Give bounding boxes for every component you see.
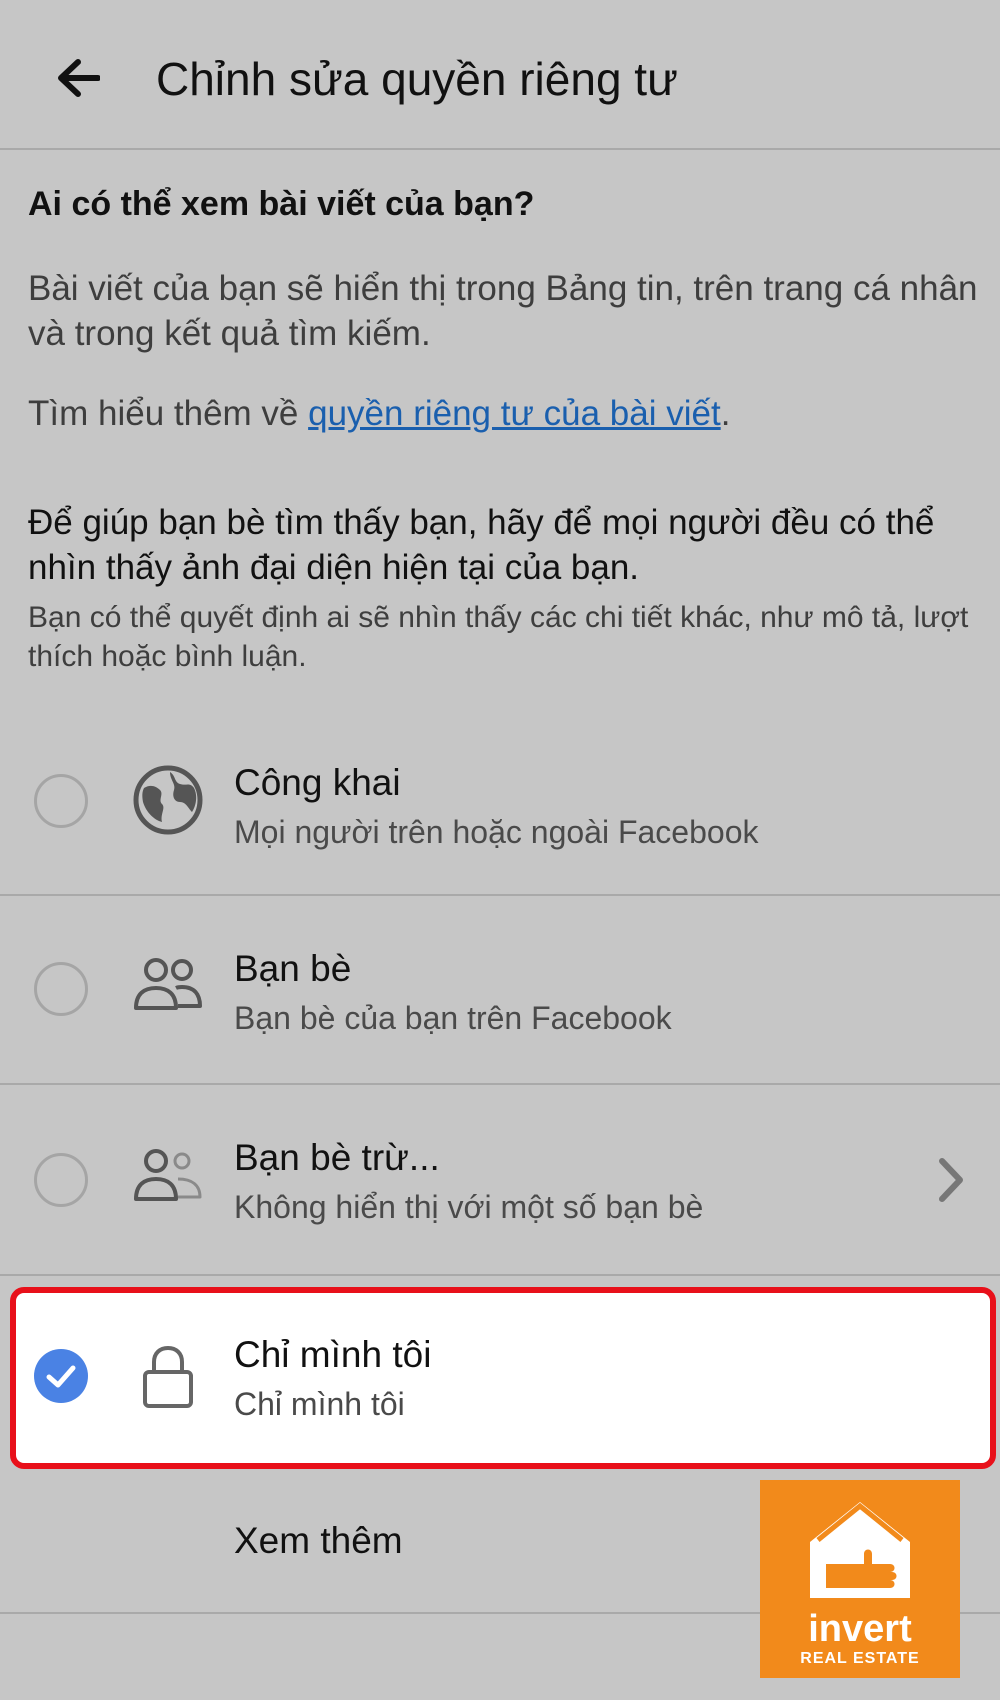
header-bar: Chỉnh sửa quyền riêng tư — [0, 0, 1000, 150]
page-title: Chỉnh sửa quyền riêng tư — [156, 53, 678, 105]
option-public-subtitle: Mọi người trên hoặc ngoài Facebook — [234, 814, 759, 850]
watermark-tagline: REAL ESTATE — [800, 1650, 920, 1667]
see-more-button[interactable]: Xem thêm — [234, 1520, 403, 1562]
friends-icon — [134, 958, 202, 1010]
option-friends-except-subtitle: Không hiển thị với một số bạn bè — [234, 1189, 704, 1225]
profile-photo-notice: Để giúp bạn bè tìm thấy bạn, hãy để mọi … — [28, 503, 935, 587]
back-arrow-icon — [58, 59, 100, 97]
option-only-me[interactable]: Chỉ mình tôi Chỉ mình tôi — [0, 1282, 1000, 1472]
privacy-question: Ai có thể xem bài viết của bạn? — [28, 185, 535, 223]
option-only-me-title: Chỉ mình tôi — [234, 1334, 432, 1375]
option-friends-except-title: Bạn bè trừ... — [234, 1137, 440, 1178]
option-public[interactable]: Công khai Mọi người trên hoặc ngoài Face… — [0, 710, 1000, 900]
learn-more-text: Tìm hiểu thêm về quyền riêng tư của bài … — [28, 391, 978, 436]
learn-more-suffix: . — [720, 394, 731, 433]
option-friends-title: Bạn bè — [234, 948, 352, 989]
checkmark-icon — [46, 1365, 76, 1388]
option-friends-except[interactable]: Bạn bè trừ... Không hiển thị với một số … — [0, 1085, 1000, 1275]
friends-except-icon — [134, 1149, 202, 1201]
globe-icon — [133, 765, 203, 835]
privacy-description: Bài viết của bạn sẽ hiển thị trong Bảng … — [28, 269, 978, 353]
radio-only-me-checked[interactable] — [34, 1349, 88, 1403]
learn-more-prefix: Tìm hiểu thêm về — [28, 394, 309, 433]
option-only-me-subtitle: Chỉ mình tôi — [234, 1386, 405, 1422]
post-privacy-link[interactable]: quyền riêng tư của bài viết — [308, 394, 721, 433]
profile-photo-subnotice: Bạn có thể quyết định ai sẽ nhìn thấy cá… — [28, 601, 969, 673]
house-hand-icon — [810, 1502, 910, 1598]
chevron-right-icon — [939, 1158, 963, 1202]
lock-icon — [143, 1345, 193, 1408]
radio-friends[interactable] — [34, 962, 88, 1016]
radio-friends-except[interactable] — [34, 1153, 88, 1207]
divider — [0, 1274, 1000, 1276]
radio-public[interactable] — [34, 774, 88, 828]
watermark-logo: invert REAL ESTATE — [760, 1480, 960, 1678]
option-public-title: Công khai — [234, 762, 401, 803]
watermark-name: invert — [808, 1608, 912, 1650]
option-friends[interactable]: Bạn bè Bạn bè của bạn trên Facebook — [0, 896, 1000, 1086]
back-button[interactable] — [52, 52, 104, 104]
option-friends-subtitle: Bạn bè của bạn trên Facebook — [234, 1000, 672, 1036]
